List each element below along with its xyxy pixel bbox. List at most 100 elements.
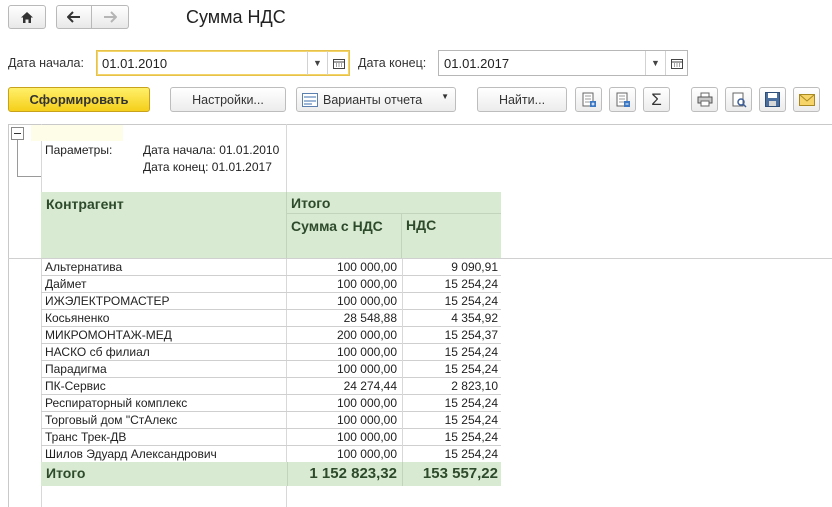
contragent-name: Торговый дом "СтАлекс [45, 413, 178, 427]
sum-with-vat: 100 000,00 [336, 362, 397, 376]
total-vat: 153 557,22 [422, 465, 498, 482]
back-button[interactable] [56, 5, 92, 29]
table-row[interactable]: НАСКО сб филиал 100 000,00 15 254,24 [41, 344, 501, 361]
collapse-toggle[interactable] [11, 127, 24, 140]
cell-divider [402, 344, 403, 361]
start-date-value[interactable]: 01.01.2010 [97, 56, 307, 71]
vat-amount: 4 354,92 [451, 311, 498, 325]
vat-amount: 15 254,24 [444, 277, 498, 291]
calendar-icon[interactable] [327, 51, 349, 75]
tree-line [17, 140, 18, 176]
contragent-name: Парадигма [45, 362, 107, 376]
generate-button[interactable]: Сформировать [8, 87, 150, 112]
report-variants-icon [302, 92, 318, 107]
preview-button[interactable] [725, 87, 752, 112]
sum-with-vat: 100 000,00 [336, 260, 397, 274]
sum-with-vat: 200 000,00 [336, 328, 397, 342]
vat-amount: 15 254,24 [444, 447, 498, 461]
report-left-border [8, 124, 9, 507]
sum-with-vat: 100 000,00 [336, 345, 397, 359]
header-sum: Сумма с НДС [291, 218, 383, 234]
end-date-value[interactable]: 01.01.2017 [439, 56, 645, 71]
contragent-name: Респираторный комплекс [45, 396, 188, 410]
sum-with-vat: 24 274,44 [343, 379, 397, 393]
sum-with-vat: 100 000,00 [336, 277, 397, 291]
home-button[interactable] [8, 5, 46, 29]
contragent-name: ПК-Сервис [45, 379, 106, 393]
chevron-down-icon: ▼ [441, 92, 449, 101]
header-contragent-cell: Контрагент [41, 192, 287, 258]
total-divider [287, 462, 288, 486]
table-row[interactable]: ИЖЭЛЕКТРОМАСТЕР 100 000,00 15 254,24 [41, 293, 501, 310]
header-vat: НДС [406, 217, 437, 233]
cell-divider [402, 276, 403, 293]
arrow-right-icon [104, 11, 117, 23]
expand-groups-icon [582, 92, 596, 107]
chevron-down-icon[interactable]: ▼ [307, 51, 327, 75]
contragent-name: Транс Трек-ДВ [45, 430, 127, 444]
sigma-icon: Σ [651, 89, 662, 109]
collapse-groups-button[interactable] [609, 87, 636, 112]
printer-icon [697, 92, 712, 107]
end-date-field[interactable]: 01.01.2017 ▼ [438, 50, 688, 76]
cell-divider [402, 259, 403, 276]
contragent-name: Косьяненко [45, 311, 110, 325]
send-email-button[interactable] [793, 87, 820, 112]
collapse-groups-icon [616, 92, 630, 107]
cell-divider [402, 429, 403, 446]
cell-divider [402, 293, 403, 310]
total-label: Итого [46, 465, 86, 481]
cell-divider [402, 395, 403, 412]
table-row[interactable]: Респираторный комплекс 100 000,00 15 254,2… [41, 395, 501, 412]
cell-divider [402, 378, 403, 395]
contragent-name: ИЖЭЛЕКТРОМАСТЕР [45, 294, 170, 308]
start-date-label: Дата начала: [8, 56, 84, 70]
sum-with-vat: 100 000,00 [336, 447, 397, 461]
table-row[interactable]: МИКРОМОНТАЖ-МЕД 200 000,00 15 254,37 [41, 327, 501, 344]
table-row[interactable]: Косьяненко 28 548,88 4 354,92 [41, 310, 501, 327]
sum-with-vat: 100 000,00 [336, 294, 397, 308]
chevron-down-icon[interactable]: ▼ [645, 51, 665, 75]
cell-divider [402, 446, 403, 463]
floppy-disk-icon [765, 92, 780, 107]
param-start-date: Дата начала: 01.01.2010 [143, 143, 280, 157]
contragent-name: НАСКО сб филиал [45, 345, 150, 359]
minus-icon [14, 133, 21, 134]
save-button[interactable] [759, 87, 786, 112]
total-divider [402, 462, 403, 486]
vat-amount: 15 254,24 [444, 345, 498, 359]
expand-groups-button[interactable] [575, 87, 602, 112]
table-row[interactable]: Альтернатива 100 000,00 9 090,91 [41, 259, 501, 276]
vat-amount: 2 823,10 [451, 379, 498, 393]
contragent-name: МИКРОМОНТАЖ-МЕД [45, 328, 172, 342]
arrow-left-icon [67, 11, 80, 23]
sum-with-vat: 100 000,00 [336, 413, 397, 427]
header-vat-cell: НДС [402, 214, 501, 258]
table-row[interactable]: Транс Трек-ДВ 100 000,00 15 254,24 [41, 429, 501, 446]
report-variants-label: Варианты отчета [323, 92, 423, 107]
print-button[interactable] [691, 87, 718, 112]
table-row[interactable]: Шилов Эдуард Александрович 100 000,00 15 2… [41, 446, 501, 463]
calendar-icon[interactable] [665, 51, 687, 75]
report-top-border [8, 124, 832, 125]
find-button[interactable]: Найти... [477, 87, 567, 112]
header-total-cell: Итого [287, 192, 501, 214]
sum-with-vat: 100 000,00 [336, 396, 397, 410]
total-row: Итого 1 152 823,32 153 557,22 [41, 462, 501, 486]
settings-button[interactable]: Настройки... [170, 87, 286, 112]
corner-highlight [31, 125, 123, 141]
vat-amount: 15 254,24 [444, 362, 498, 376]
cell-divider [402, 361, 403, 378]
params-label: Параметры: [45, 143, 113, 157]
sum-button[interactable]: Σ [643, 87, 670, 112]
table-row[interactable]: ПК-Сервис 24 274,44 2 823,10 [41, 378, 501, 395]
start-date-field[interactable]: 01.01.2010 ▼ [96, 50, 350, 76]
table-row[interactable]: Торговый дом "СтАлекс 100 000,00 15 254,24 [41, 412, 501, 429]
print-preview-icon [732, 92, 747, 108]
report-variants-button[interactable]: Варианты отчета ▼ [296, 87, 456, 112]
table-row[interactable]: Парадигма 100 000,00 15 254,24 [41, 361, 501, 378]
contragent-name: Даймет [45, 277, 87, 291]
forward-button[interactable] [91, 5, 129, 29]
sum-with-vat: 100 000,00 [336, 430, 397, 444]
table-row[interactable]: Даймет 100 000,00 15 254,24 [41, 276, 501, 293]
